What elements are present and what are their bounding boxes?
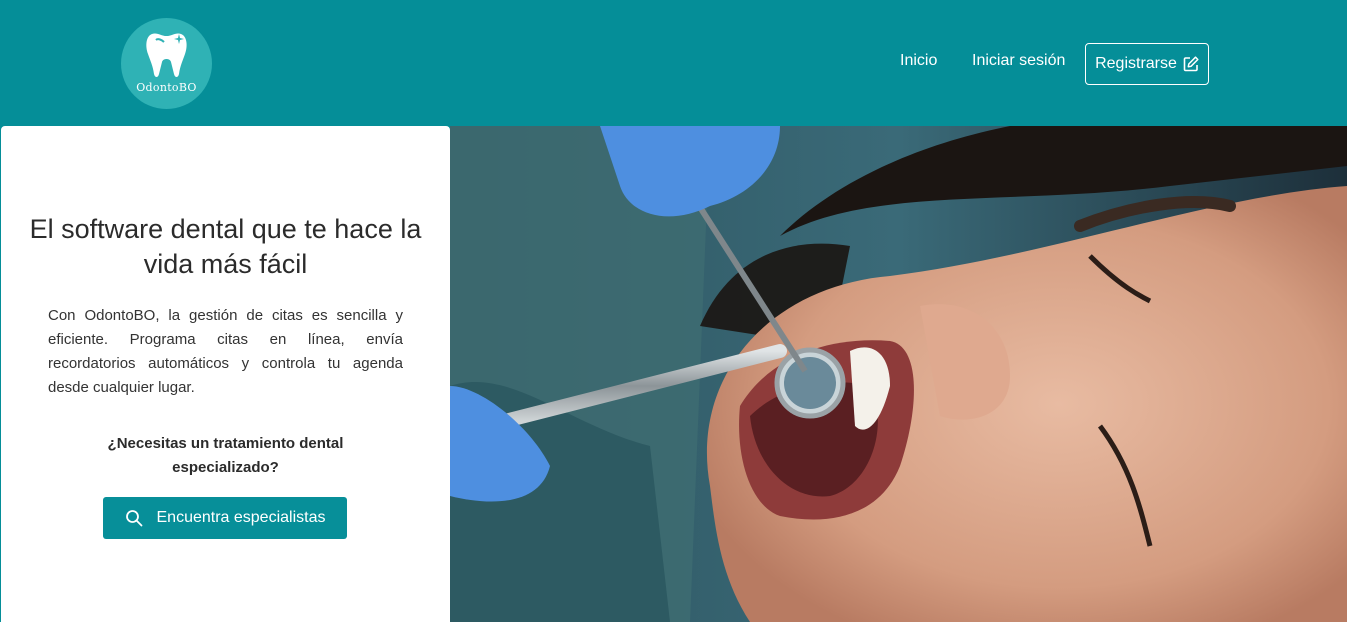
register-button[interactable]: Registrarse <box>1085 43 1209 85</box>
navbar: OdontoBO Inicio Iniciar sesión Registrar… <box>0 0 1347 126</box>
tooth-icon <box>146 33 187 77</box>
edit-icon <box>1183 56 1199 72</box>
search-icon <box>125 510 142 527</box>
hero-card: El software dental que te hace la vida m… <box>1 126 450 622</box>
register-label: Registrarse <box>1095 55 1177 72</box>
hero-question: ¿Necesitas un tratamiento dental especia… <box>107 435 344 476</box>
brand-name: OdontoBO <box>136 81 197 94</box>
brand-logo[interactable]: OdontoBO <box>121 18 212 109</box>
hero-title: El software dental que te hace la vida m… <box>29 214 422 279</box>
find-specialists-label: Encuentra especialistas <box>156 509 326 526</box>
find-specialists-button[interactable]: Encuentra especialistas <box>103 497 347 539</box>
hero-description: Con OdontoBO, la gestión de citas es sen… <box>48 307 403 396</box>
dental-patient-photo <box>450 126 1347 622</box>
nav-login-link[interactable]: Iniciar sesión <box>972 52 1065 70</box>
nav-home-link[interactable]: Inicio <box>900 52 937 70</box>
